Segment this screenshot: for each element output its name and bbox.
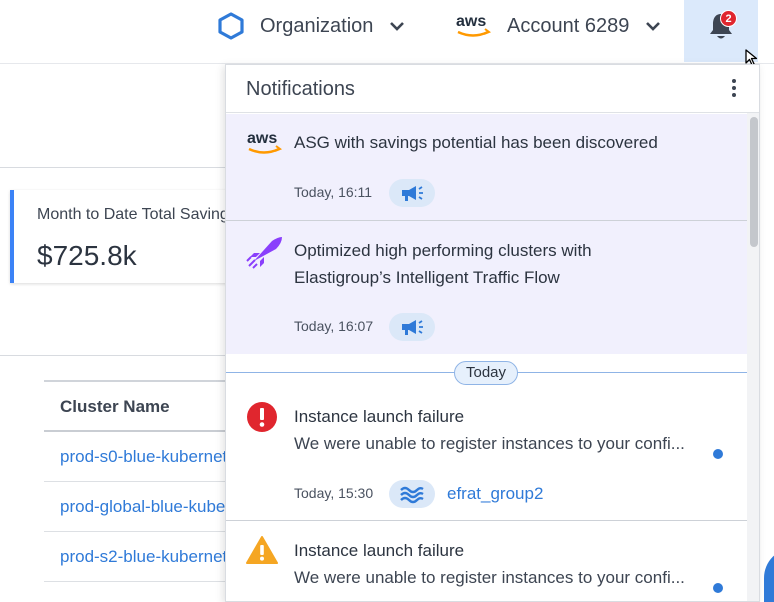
- panel-title: Notifications: [246, 78, 355, 100]
- page-divider: [0, 355, 226, 356]
- group-link[interactable]: efrat_group2: [447, 484, 543, 504]
- table-row: prod-s2-blue-kubernetes: [44, 532, 234, 582]
- notification-title: Optimized high performing clusters with …: [294, 241, 592, 287]
- cluster-link[interactable]: prod-s2-blue-kubernetes: [60, 547, 234, 567]
- notification-item[interactable]: aws ASG with savings potential has been …: [226, 114, 747, 220]
- page-divider: [0, 167, 226, 168]
- top-bar: Organization aws Account 6289 2: [0, 0, 774, 64]
- notification-time: Today, 15:30: [294, 485, 374, 501]
- notification-count-badge: 2: [720, 10, 737, 27]
- account-label: Account 6289: [507, 14, 630, 37]
- notification-time: Today, 16:11: [294, 184, 373, 200]
- elastigroup-icon: [400, 486, 424, 504]
- notification-time: Today, 16:07: [294, 318, 374, 334]
- organization-selector[interactable]: Organization: [216, 10, 405, 42]
- notification-title: ASG with savings potential has been disc…: [294, 133, 658, 152]
- panel-header: Notifications: [226, 65, 759, 113]
- svg-text:aws: aws: [456, 13, 486, 30]
- table-header: Cluster Name: [44, 380, 234, 432]
- notification-title: Instance launch failure: [294, 407, 465, 426]
- rocket-icon: [246, 237, 282, 269]
- elastigroup-tag: [389, 480, 435, 508]
- organization-hexagon-icon: [218, 12, 244, 40]
- account-selector[interactable]: aws Account 6289: [455, 10, 661, 42]
- savings-card: Month to Date Total Savings $725.8k: [10, 190, 236, 283]
- organization-label: Organization: [260, 14, 374, 37]
- chevron-down-icon: [390, 22, 405, 31]
- unread-dot: [713, 583, 723, 593]
- megaphone-icon: [402, 186, 423, 201]
- error-icon: [247, 402, 277, 432]
- date-separator-today: Today: [454, 361, 518, 385]
- svg-text:aws: aws: [247, 130, 277, 147]
- savings-card-title: Month to Date Total Savings: [37, 206, 236, 223]
- cluster-link[interactable]: prod-global-blue-kubernetes: [60, 497, 234, 517]
- notification-description: We were unable to register instances to …: [294, 568, 685, 587]
- announcement-tag: [389, 179, 435, 207]
- cluster-link[interactable]: prod-s0-blue-kubernetes: [60, 447, 234, 467]
- notification-item[interactable]: Instance launch failure We were unable t…: [226, 387, 747, 520]
- notification-description: We were unable to register instances to …: [294, 434, 685, 453]
- more-options-icon[interactable]: [728, 77, 740, 101]
- megaphone-icon: [402, 320, 423, 335]
- notification-item[interactable]: Instance launch failure We were unable t…: [226, 521, 747, 601]
- savings-card-value: $725.8k: [37, 240, 137, 271]
- chat-widget-button[interactable]: [764, 548, 774, 602]
- scrollbar-thumb[interactable]: [750, 117, 758, 247]
- table-row: prod-global-blue-kubernetes: [44, 482, 234, 532]
- notification-item[interactable]: Optimized high performing clusters with …: [226, 221, 747, 354]
- announcement-tag: [389, 313, 435, 341]
- chevron-down-icon: [646, 22, 661, 31]
- warning-icon: [246, 536, 278, 564]
- unread-dot: [713, 449, 723, 459]
- notification-title: Instance launch failure: [294, 541, 465, 560]
- column-header-cluster-name[interactable]: Cluster Name: [60, 397, 170, 417]
- table-row: prod-s0-blue-kubernetes: [44, 432, 234, 482]
- aws-logo-icon: aws: [456, 13, 492, 37]
- aws-logo-icon: aws: [247, 130, 283, 154]
- notifications-panel: Notifications aws ASG with savings poten…: [225, 64, 760, 602]
